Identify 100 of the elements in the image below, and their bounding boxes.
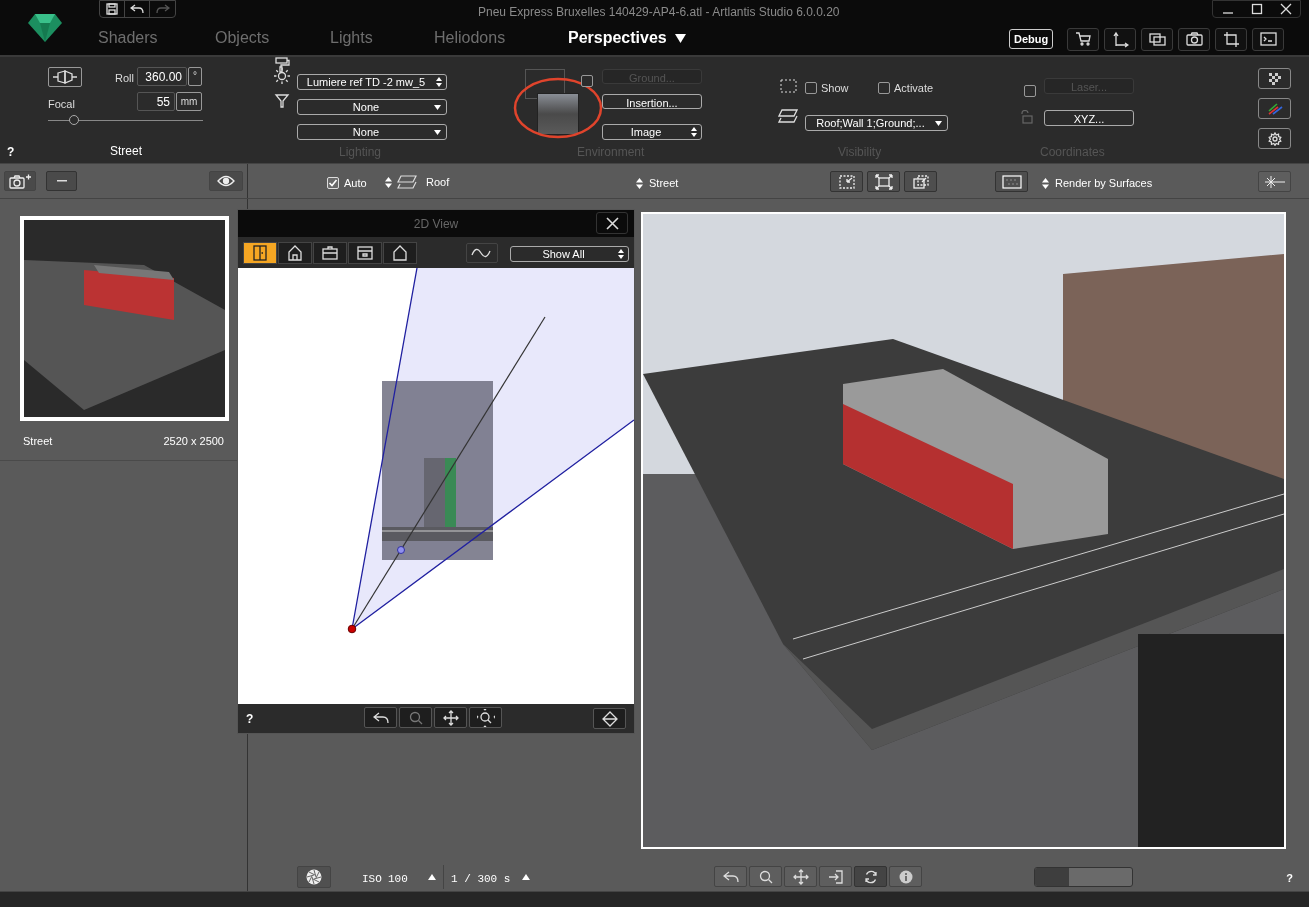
activate-checkbox[interactable] bbox=[878, 82, 890, 95]
debug-button[interactable]: Debug bbox=[1009, 29, 1054, 49]
focal-label: Focal bbox=[48, 97, 75, 112]
help-icon[interactable]: ? bbox=[7, 143, 15, 161]
undo-icon bbox=[130, 4, 144, 14]
spotlight-icon bbox=[274, 93, 290, 109]
zoom-slider[interactable] bbox=[1034, 867, 1133, 887]
selection-frame-icon bbox=[780, 79, 797, 93]
render-region-button[interactable] bbox=[995, 171, 1028, 192]
fit-view-button[interactable] bbox=[867, 171, 900, 192]
settings-button[interactable] bbox=[1258, 128, 1291, 149]
photo-placeholder bbox=[537, 93, 579, 135]
crop-icon bbox=[1222, 31, 1240, 48]
unit-label: ° bbox=[188, 67, 202, 86]
gem-logo-icon bbox=[27, 13, 63, 43]
roll-label: Roll bbox=[115, 71, 134, 86]
center-button[interactable] bbox=[593, 708, 626, 729]
roof-icon bbox=[392, 244, 408, 261]
light-dropdown[interactable]: Lumiere ref TD -2 mw_5 bbox=[297, 74, 447, 90]
zoom-fit-icon bbox=[476, 708, 495, 727]
info-button[interactable] bbox=[889, 866, 922, 887]
move-button[interactable] bbox=[784, 866, 817, 887]
zoom-fit-button[interactable] bbox=[469, 707, 502, 728]
remove-button[interactable] bbox=[46, 171, 77, 191]
enter-door-button[interactable] bbox=[819, 866, 852, 887]
help-icon[interactable]: ? bbox=[246, 709, 254, 728]
snapshot-button[interactable] bbox=[1178, 28, 1210, 51]
move-button[interactable] bbox=[434, 707, 467, 728]
aperture-button[interactable] bbox=[297, 866, 331, 888]
slider-thumb[interactable] bbox=[69, 115, 80, 125]
increase-arrow-icon[interactable] bbox=[522, 874, 530, 880]
tab[interactable]: Lights bbox=[330, 26, 434, 50]
view-tool-button[interactable] bbox=[348, 241, 382, 264]
layers-dropdown[interactable]: Roof;Wall 1;Ground;... bbox=[805, 115, 948, 131]
tab[interactable]: Perspectives bbox=[568, 26, 675, 50]
fit-view-icon bbox=[874, 173, 893, 190]
zoom-out-window-button[interactable] bbox=[904, 171, 937, 192]
auto-checkbox[interactable] bbox=[327, 177, 339, 190]
save-icon bbox=[106, 3, 118, 15]
camera-frame-icon[interactable] bbox=[48, 67, 82, 87]
layers-icon bbox=[778, 109, 798, 123]
roll-field[interactable]: 360.00 bbox=[137, 67, 187, 86]
light-dropdown[interactable]: None bbox=[297, 124, 447, 140]
dropdown-arrow-icon[interactable] bbox=[675, 33, 686, 43]
paint-roller-icon bbox=[274, 57, 290, 73]
render-mode: Render by Surfaces bbox=[1055, 176, 1153, 191]
undo-icon bbox=[372, 711, 389, 724]
refresh-button[interactable] bbox=[854, 866, 887, 887]
curve-button[interactable] bbox=[466, 242, 498, 263]
view-tool-button[interactable] bbox=[313, 241, 347, 264]
stepper-icon bbox=[618, 248, 624, 259]
show-checkbox[interactable] bbox=[805, 82, 817, 95]
undo-button[interactable] bbox=[364, 707, 397, 728]
add-camera-button[interactable] bbox=[4, 171, 36, 191]
iso-label: ISO bbox=[362, 872, 382, 887]
console-button[interactable] bbox=[1252, 28, 1284, 51]
undo-button[interactable] bbox=[714, 866, 747, 887]
color-lines-icon bbox=[1266, 102, 1283, 115]
close-button[interactable] bbox=[596, 212, 628, 234]
help-icon[interactable]: ? bbox=[1286, 870, 1293, 887]
view-tool-button[interactable] bbox=[383, 241, 417, 264]
tab[interactable]: Shaders bbox=[98, 26, 215, 50]
search-button[interactable] bbox=[399, 707, 432, 728]
view-tool-button[interactable] bbox=[243, 241, 277, 264]
view-name: Street bbox=[23, 434, 53, 449]
increase-arrow-icon[interactable] bbox=[428, 874, 436, 880]
image-size: 2520 x 2500 bbox=[163, 434, 224, 449]
window-title: Pneu Express Bruxelles 140429-AP4-6.atl - Artlantis Studio 6.0.0.20 bbox=[478, 4, 840, 21]
cart-button[interactable] bbox=[1067, 28, 1099, 51]
axes-icon bbox=[1111, 31, 1129, 48]
light-burst-button[interactable] bbox=[1258, 171, 1291, 192]
auto-label: Auto bbox=[344, 176, 367, 191]
background-dropdown[interactable]: Image bbox=[602, 124, 702, 140]
axes-button[interactable] bbox=[1104, 28, 1136, 51]
zoom-window-button[interactable] bbox=[830, 171, 863, 192]
light-dropdown[interactable]: None bbox=[297, 99, 447, 115]
diamond-icon bbox=[601, 710, 618, 727]
xyz-button[interactable]: XYZ... bbox=[1044, 110, 1134, 126]
search-button[interactable] bbox=[749, 866, 782, 887]
eye-button[interactable] bbox=[209, 171, 243, 191]
focal-field[interactable]: 55 bbox=[137, 92, 175, 111]
crop-button[interactable] bbox=[1215, 28, 1247, 51]
stepper-icon[interactable] bbox=[385, 176, 392, 188]
aperture-icon bbox=[306, 869, 322, 885]
unit-label: mm bbox=[176, 92, 202, 111]
color-lines-button[interactable] bbox=[1258, 98, 1291, 119]
windows-button[interactable] bbox=[1141, 28, 1173, 51]
stepper-icon[interactable] bbox=[1042, 177, 1049, 189]
stepper-icon[interactable] bbox=[636, 177, 643, 189]
insertion-button[interactable]: Insertion... bbox=[602, 94, 702, 109]
tab[interactable]: Objects bbox=[215, 26, 330, 50]
focal-slider[interactable] bbox=[48, 115, 203, 126]
dropdown-arrow-icon bbox=[935, 121, 942, 126]
view-tool-button[interactable] bbox=[278, 241, 312, 264]
dropdown-arrow-icon bbox=[434, 105, 441, 110]
checkerboard-button[interactable] bbox=[1258, 68, 1291, 89]
filter-dropdown[interactable]: Show All bbox=[510, 245, 629, 262]
move-icon bbox=[442, 709, 459, 726]
search-icon bbox=[758, 869, 773, 884]
tab[interactable]: Heliodons bbox=[434, 26, 568, 50]
